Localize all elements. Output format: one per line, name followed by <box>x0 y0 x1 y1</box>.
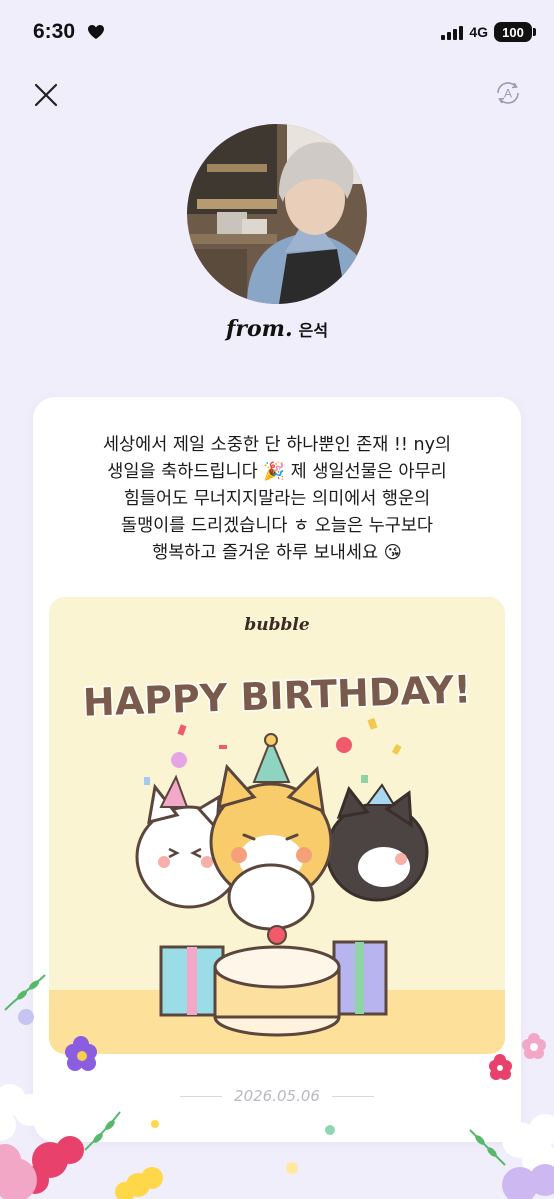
close-icon[interactable] <box>30 79 62 111</box>
birthday-card-image: bubble HAPPY BIRTHDAY! <box>49 597 505 1054</box>
divider <box>180 1095 222 1097</box>
sender-avatar[interactable] <box>187 124 367 304</box>
heart-icon <box>88 25 104 39</box>
network-type: 4G <box>469 24 488 40</box>
divider <box>331 1095 374 1097</box>
sender-line: from. 은석 <box>0 316 554 342</box>
status-time: 6:30 <box>33 20 76 43</box>
signal-icon <box>441 24 464 40</box>
letter-message: 세상에서 제일 소중한 단 하나뿐인 존재 !! ny의 생일을 축하드립니다 … <box>102 435 452 563</box>
status-bar: 6:30 4G 100 <box>0 0 554 66</box>
svg-text:A: A <box>504 87 512 101</box>
from-label: from. <box>225 316 293 342</box>
letter-date-row: 2026.05.06 <box>180 1086 374 1106</box>
battery-icon: 100 <box>494 22 536 42</box>
birthday-illustration <box>49 717 505 1054</box>
letter-date: 2026.05.06 <box>234 1087 320 1105</box>
translate-icon[interactable]: A <box>492 77 524 109</box>
sender-name: 은석 <box>298 321 329 340</box>
